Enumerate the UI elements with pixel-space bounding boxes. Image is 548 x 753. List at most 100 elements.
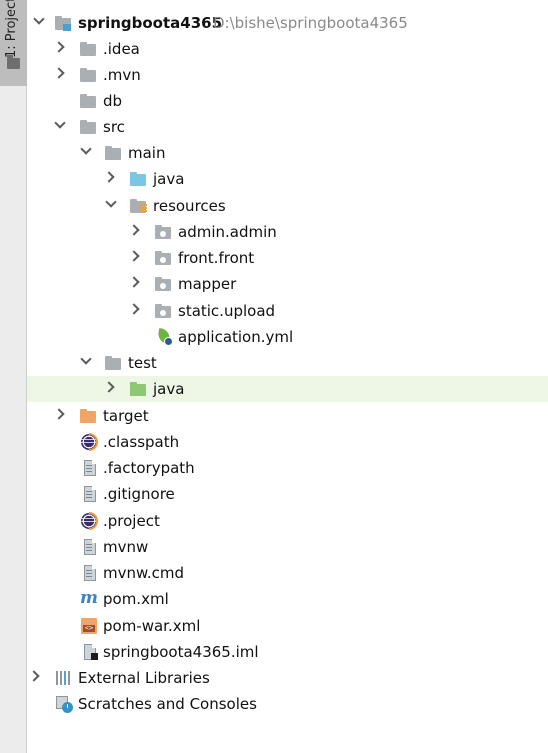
tree-row-label: target bbox=[103, 407, 149, 425]
folder-icon bbox=[105, 355, 122, 371]
tree-row-application-yml[interactable]: application.yml bbox=[27, 324, 548, 350]
tree-row-label: .gitignore bbox=[103, 485, 175, 503]
tree-row-classpath[interactable]: .classpath bbox=[27, 429, 548, 455]
maven-icon: m bbox=[80, 588, 98, 608]
tree-row-label: resources bbox=[153, 197, 226, 215]
tree-row-project[interactable]: .project bbox=[27, 508, 548, 534]
tree-row-test[interactable]: test bbox=[27, 350, 548, 376]
tree-row-db[interactable]: db bbox=[27, 88, 548, 114]
tree-row-mvnw[interactable]: mvnw bbox=[27, 534, 548, 560]
chevron-right-icon[interactable] bbox=[53, 41, 65, 53]
tree-row-factorypath[interactable]: .factorypath bbox=[27, 455, 548, 481]
tree-row-pom-xml[interactable]: m pom.xml bbox=[27, 586, 548, 612]
text-file-icon bbox=[82, 486, 99, 502]
folder-icon bbox=[7, 55, 20, 69]
tree-row-label: main bbox=[128, 144, 166, 162]
tree-row-project-root[interactable]: springboota4365 D:\bishe\springboota4365 bbox=[27, 10, 548, 36]
chevron-down-icon[interactable] bbox=[80, 143, 92, 155]
tree-row-label: .project bbox=[103, 512, 160, 530]
tree-row-label: pom.xml bbox=[103, 590, 169, 608]
chevron-right-icon[interactable] bbox=[53, 67, 65, 79]
spring-config-icon bbox=[156, 328, 173, 346]
tree-row-external-libraries[interactable]: External Libraries bbox=[27, 665, 548, 691]
tree-row-main[interactable]: main bbox=[27, 140, 548, 166]
project-tree: springboota4365 D:\bishe\springboota4365… bbox=[27, 0, 548, 753]
tree-row-mvn[interactable]: .mvn bbox=[27, 62, 548, 88]
scratches-icon bbox=[56, 696, 73, 713]
project-tool-tab-label: 1: Project bbox=[4, 0, 19, 58]
tree-row-label: pom-war.xml bbox=[103, 617, 201, 635]
tree-row-front-front[interactable]: front.front bbox=[27, 245, 548, 271]
text-file-icon bbox=[82, 565, 99, 581]
package-icon bbox=[155, 276, 172, 292]
libraries-icon bbox=[56, 670, 73, 686]
tree-row-label: mapper bbox=[178, 275, 237, 293]
tool-window-strip: 1: Project bbox=[0, 0, 27, 753]
tree-row-iml[interactable]: springboota4365.iml bbox=[27, 639, 548, 665]
tree-row-src[interactable]: src bbox=[27, 114, 548, 140]
tree-row-scratches[interactable]: Scratches and Consoles bbox=[27, 691, 548, 717]
folder-icon bbox=[80, 67, 97, 83]
chevron-right-icon[interactable] bbox=[128, 224, 140, 236]
text-file-icon bbox=[82, 460, 99, 476]
package-icon bbox=[155, 224, 172, 240]
tree-row-label: application.yml bbox=[178, 328, 294, 346]
tree-row-main-java[interactable]: java bbox=[27, 166, 548, 192]
tree-row-mapper[interactable]: mapper bbox=[27, 271, 548, 297]
tree-row-label: static.upload bbox=[178, 302, 276, 320]
folder-icon bbox=[80, 119, 97, 135]
tree-row-admin-admin[interactable]: admin.admin bbox=[27, 219, 548, 245]
tree-row-idea[interactable]: .idea bbox=[27, 36, 548, 62]
chevron-right-icon[interactable] bbox=[128, 276, 140, 288]
tree-row-label: springboota4365 bbox=[78, 14, 223, 32]
folder-icon bbox=[105, 145, 122, 161]
chevron-right-icon[interactable] bbox=[53, 408, 65, 420]
tree-row-label: .mvn bbox=[103, 66, 141, 84]
tree-row-label: front.front bbox=[178, 249, 255, 267]
tree-row-test-java[interactable]: java bbox=[27, 376, 548, 402]
chevron-down-icon[interactable] bbox=[33, 13, 45, 25]
tree-row-mvnw-cmd[interactable]: mvnw.cmd bbox=[27, 560, 548, 586]
source-folder-icon bbox=[130, 171, 147, 187]
iml-file-icon bbox=[82, 644, 99, 660]
project-tool-tab[interactable]: 1: Project bbox=[0, 0, 27, 86]
tree-row-label: mvnw bbox=[103, 538, 149, 556]
chevron-down-icon[interactable] bbox=[105, 196, 117, 208]
chevron-right-icon[interactable] bbox=[128, 303, 140, 315]
package-icon bbox=[155, 303, 172, 319]
xml-file-icon: <> bbox=[81, 618, 98, 634]
test-source-folder-icon bbox=[130, 381, 147, 397]
tree-row-label: .classpath bbox=[103, 433, 180, 451]
chevron-down-icon[interactable] bbox=[54, 117, 66, 129]
module-folder-icon bbox=[55, 15, 72, 31]
chevron-right-icon[interactable] bbox=[128, 250, 140, 262]
tree-row-label: db bbox=[103, 92, 123, 110]
chevron-right-icon[interactable] bbox=[103, 171, 115, 183]
project-path: D:\bishe\springboota4365 bbox=[213, 14, 408, 32]
folder-icon bbox=[80, 93, 97, 109]
tree-row-label: .idea bbox=[103, 40, 140, 58]
text-file-icon bbox=[82, 539, 99, 555]
tree-row-label: springboota4365.iml bbox=[103, 643, 259, 661]
tree-row-label: .factorypath bbox=[103, 459, 195, 477]
tree-row-label: src bbox=[103, 118, 125, 136]
tree-row-resources[interactable]: resources bbox=[27, 193, 548, 219]
tree-row-gitignore[interactable]: .gitignore bbox=[27, 481, 548, 507]
tree-row-pom-war-xml[interactable]: <> pom-war.xml bbox=[27, 613, 548, 639]
tree-row-label: test bbox=[128, 354, 157, 372]
tree-row-target[interactable]: target bbox=[27, 403, 548, 429]
folder-icon bbox=[80, 41, 97, 57]
chevron-right-icon[interactable] bbox=[103, 381, 115, 393]
tree-row-label: External Libraries bbox=[78, 669, 210, 687]
tree-row-static-upload[interactable]: static.upload bbox=[27, 298, 548, 324]
tree-row-label: java bbox=[153, 380, 185, 398]
eclipse-icon bbox=[81, 433, 98, 451]
chevron-down-icon[interactable] bbox=[80, 353, 92, 365]
package-icon bbox=[155, 250, 172, 266]
tree-row-label: Scratches and Consoles bbox=[78, 695, 257, 713]
tree-row-label: mvnw.cmd bbox=[103, 564, 185, 582]
tree-row-label: admin.admin bbox=[178, 223, 277, 241]
excluded-folder-icon bbox=[80, 408, 97, 424]
eclipse-icon bbox=[81, 512, 98, 530]
chevron-right-icon[interactable] bbox=[28, 670, 40, 682]
